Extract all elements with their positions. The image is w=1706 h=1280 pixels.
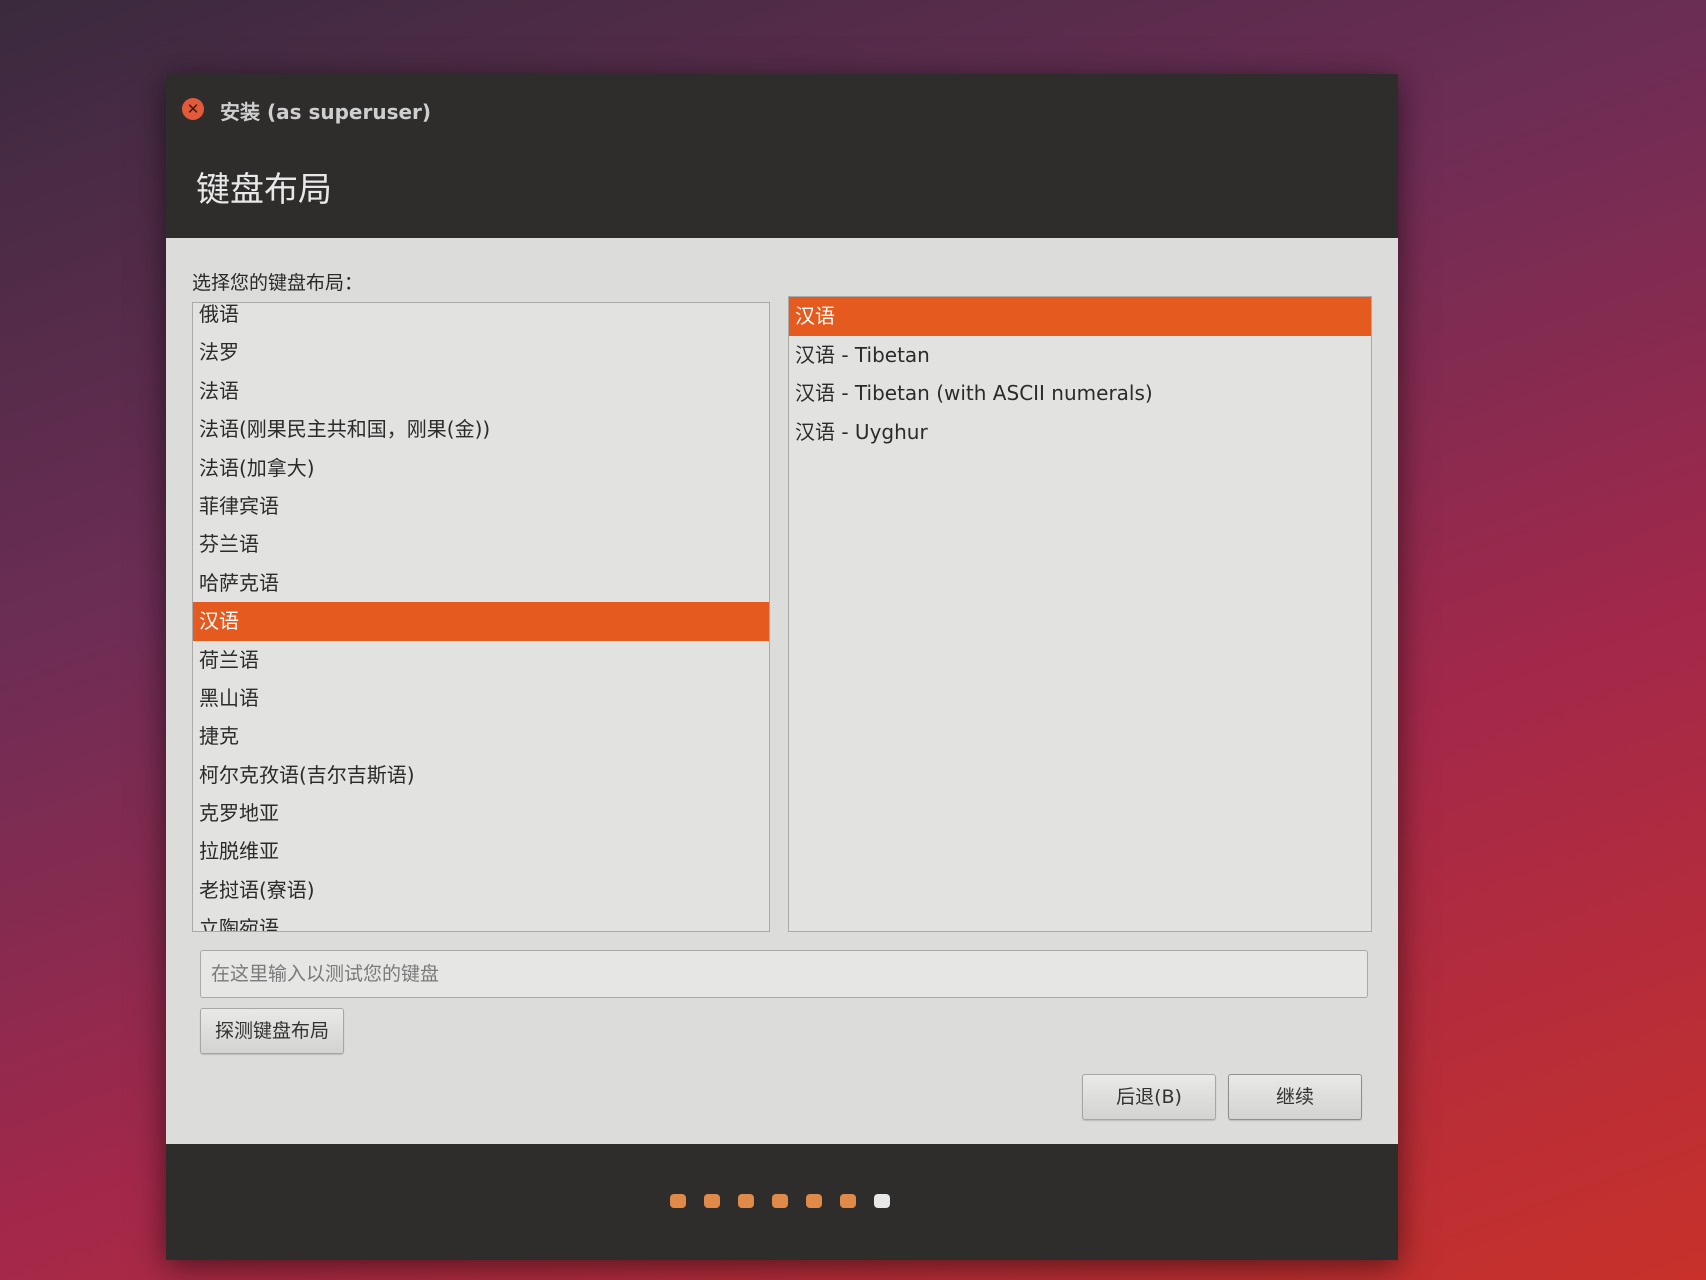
layout-list-item[interactable]: 立陶宛语 [193,909,769,931]
progress-dots [670,1194,890,1208]
progress-dot [874,1194,890,1208]
progress-dot [670,1194,686,1208]
content-area: 选择您的键盘布局： 俄语 法罗 法语 法语(刚果民主共和国，刚果(金)) 法语(加拿大)… [166,238,1398,1144]
close-icon[interactable]: ✕ [182,98,204,120]
layout-list-item[interactable]: 法语(刚果民主共和国，刚果(金)) [193,410,769,448]
progress-dot [772,1194,788,1208]
variant-list-item[interactable]: 汉语 - Tibetan (with ASCII numerals) [789,374,1371,413]
layout-list-item[interactable]: 柯尔克孜语(吉尔吉斯语) [193,756,769,794]
title-bar: ✕ 安装 (as superuser) 键盘布局 [166,74,1398,238]
layout-list-item[interactable]: 黑山语 [193,679,769,717]
layout-list-item[interactable]: 汉语 [193,602,769,641]
page-title: 键盘布局 [196,170,332,210]
variant-list-item[interactable]: 汉语 - Tibetan [789,336,1371,375]
keyboard-test-input[interactable] [200,950,1368,998]
progress-dot [704,1194,720,1208]
layout-list-item[interactable]: 拉脱维亚 [193,832,769,870]
layout-list-item[interactable]: 法罗 [193,333,769,371]
variant-list-item[interactable]: 汉语 [789,297,1371,336]
variant-list-item[interactable]: 汉语 - Uyghur [789,413,1371,452]
layout-list-item[interactable]: 法语 [193,372,769,410]
layout-list-item[interactable]: 哈萨克语 [193,564,769,602]
layout-list-item[interactable]: 克罗地亚 [193,794,769,832]
detect-layout-button[interactable]: 探测键盘布局 [200,1008,344,1054]
layout-list-item[interactable]: 捷克 [193,717,769,755]
continue-button[interactable]: 继续 [1228,1074,1362,1120]
layout-list-item[interactable]: 法语(加拿大) [193,449,769,487]
variant-list[interactable]: 汉语 汉语 - Tibetan 汉语 - Tibetan (with ASCII n… [788,296,1372,932]
layout-list-item[interactable]: 芬兰语 [193,525,769,563]
layout-prompt: 选择您的键盘布局： [192,272,364,294]
layout-list[interactable]: 俄语 法罗 法语 法语(刚果民主共和国，刚果(金)) 法语(加拿大) 菲律宾语 芬兰语 哈萨克… [192,302,770,932]
back-button[interactable]: 后退(B) [1082,1074,1216,1120]
layout-list-item[interactable]: 荷兰语 [193,641,769,679]
window-title: 安装 (as superuser) [220,100,432,124]
progress-dot [738,1194,754,1208]
layout-list-item[interactable]: 俄语 [193,303,769,333]
footer-bar [166,1144,1398,1260]
progress-dot [806,1194,822,1208]
installer-window: ✕ 安装 (as superuser) 键盘布局 选择您的键盘布局： 俄语 法罗法… [166,74,1398,1260]
layout-list-item[interactable]: 老挝语(寮语) [193,871,769,909]
layout-list-item[interactable]: 菲律宾语 [193,487,769,525]
progress-dot [840,1194,856,1208]
